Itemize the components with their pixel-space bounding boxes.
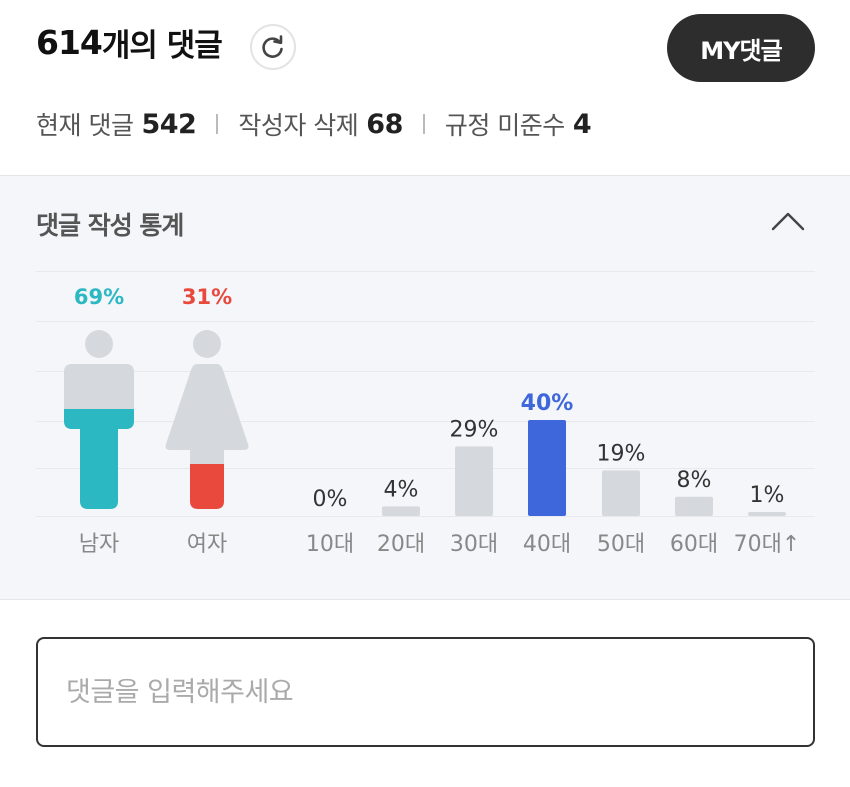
comment-header: 614 개의 댓글 MY댓글 현재 댓글 542 작성자 삭제 68 규정 미준수… <box>0 0 850 175</box>
female-axis-label: 여자 <box>187 532 227 557</box>
age-percent-label: 0% <box>313 487 348 512</box>
age-percent-label: 4% <box>384 477 419 502</box>
age-axis-label: 30대 <box>450 532 498 557</box>
author-deleted-label: 작성자 삭제 <box>238 111 359 140</box>
refresh-icon <box>262 35 283 58</box>
age-bar <box>382 506 420 516</box>
stats-chart: 69% 31% 남자 여자 0% 10대 4% 20대 29% 30대 40% 40대 19% 50대 8%… <box>64 285 801 557</box>
age-bar <box>675 496 713 516</box>
age-axis-label: 20대 <box>377 532 425 557</box>
policy-violation-value: 4 <box>572 108 592 140</box>
age-percent-label: 40% <box>521 391 574 416</box>
female-percent-label: 31% <box>182 285 232 309</box>
divider <box>422 114 425 134</box>
age-bar <box>455 446 493 516</box>
age-bar <box>602 470 640 516</box>
age-percent-label: 1% <box>750 483 785 508</box>
current-comments-label: 현재 댓글 <box>36 111 134 140</box>
age-bar <box>528 420 566 516</box>
age-axis-label: 50대 <box>597 532 645 557</box>
age-bar <box>748 512 786 516</box>
age-axis-label: 10대 <box>306 532 354 557</box>
comment-input[interactable] <box>66 676 813 708</box>
current-comments-value: 542 <box>141 108 197 140</box>
age-percent-label: 19% <box>597 441 646 466</box>
policy-violation-label: 규정 미준수 <box>444 111 565 140</box>
comment-count-number: 614 <box>36 23 103 62</box>
male-percent-label: 69% <box>74 285 124 309</box>
comment-count-title: 614 개의 댓글 <box>36 20 223 65</box>
comment-count-suffix: 개의 댓글 <box>101 28 223 64</box>
male-head-icon <box>85 330 113 358</box>
age-percent-label: 29% <box>450 417 499 442</box>
author-deleted-value: 68 <box>366 108 403 140</box>
refresh-button[interactable] <box>250 24 296 70</box>
male-axis-label: 남자 <box>79 532 119 557</box>
comment-input-box[interactable] <box>36 637 815 747</box>
comment-counts: 현재 댓글 542 작성자 삭제 68 규정 미준수 4 <box>36 106 592 142</box>
female-head-icon <box>193 330 221 358</box>
my-comments-button[interactable]: MY댓글 <box>667 14 815 82</box>
age-percent-label: 8% <box>677 468 712 493</box>
age-axis-label: 60대 <box>670 532 718 557</box>
age-axis-label: 40대 <box>523 532 571 557</box>
comment-stats-panel: 댓글 작성 통계 69% 31% 남자 여자 0% 10대 4% 20대 29% 30대 40% 40… <box>0 175 850 600</box>
divider <box>216 114 219 134</box>
age-axis-label: 70대↑ <box>734 532 801 557</box>
